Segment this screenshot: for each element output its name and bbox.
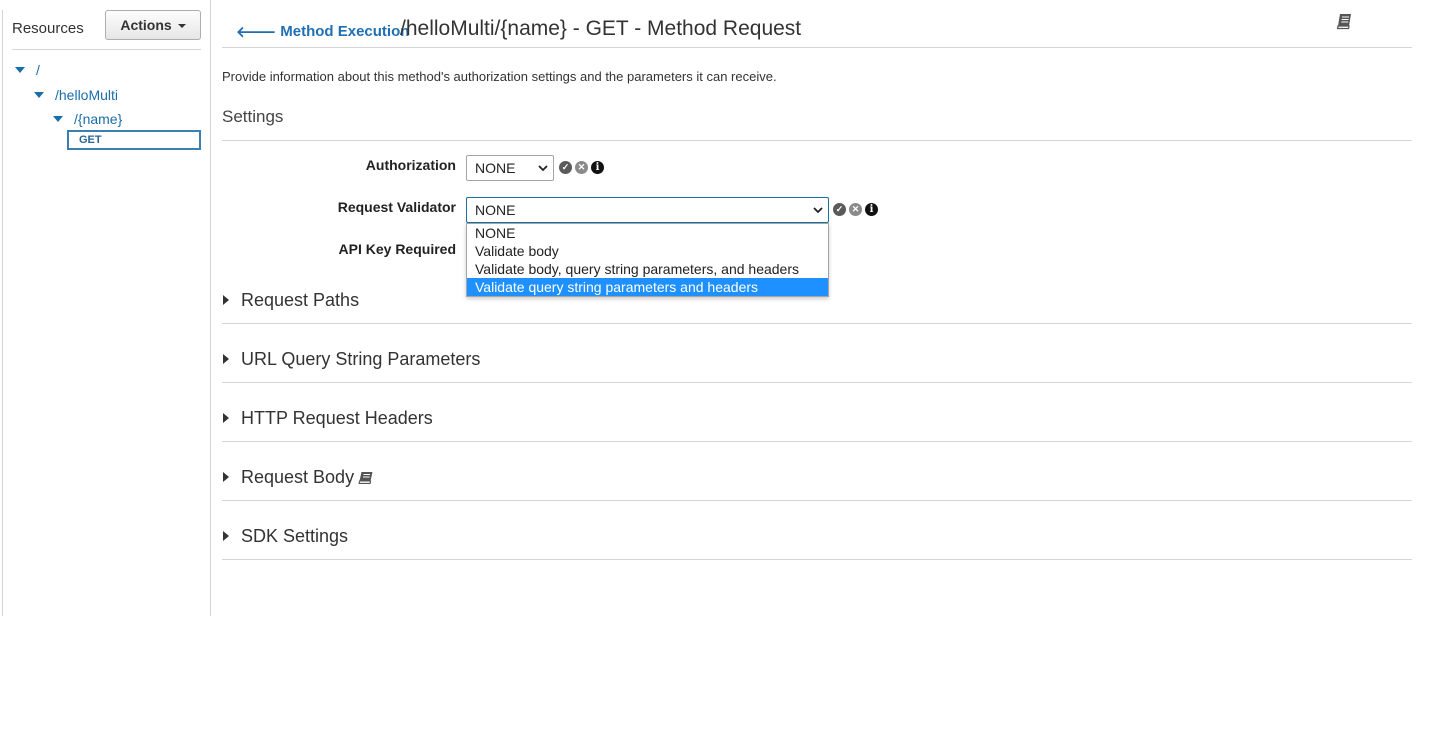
- section-label: Request Body: [241, 467, 355, 487]
- info-circle-icon[interactable]: i: [865, 203, 878, 216]
- chevron-down-icon: [533, 164, 553, 172]
- method-execution-label: Method Execution: [280, 23, 410, 40]
- request-validator-actions: ✓ ✕ i: [833, 203, 878, 216]
- authorization-label: Authorization: [365, 157, 456, 173]
- section-sdk-settings[interactable]: SDK Settings: [222, 501, 1412, 560]
- section-label: URL Query String Parameters: [241, 349, 481, 369]
- section-url-query-string-parameters[interactable]: URL Query String Parameters: [222, 324, 1412, 383]
- check-circle-icon[interactable]: ✓: [833, 203, 846, 216]
- triangle-right-icon: [223, 354, 229, 364]
- request-validator-label: Request Validator: [337, 199, 456, 215]
- triangle-right-icon: [223, 413, 229, 423]
- tree-item-label: /{name}: [74, 111, 123, 127]
- section-label: SDK Settings: [241, 526, 349, 546]
- authorization-value: NONE: [475, 160, 516, 176]
- tree-item-label: /: [36, 62, 40, 78]
- section-label: Request Paths: [241, 290, 360, 310]
- request-validator-value: NONE: [475, 202, 516, 218]
- tree-item-get-method[interactable]: GET: [67, 130, 201, 150]
- info-circle-icon[interactable]: i: [591, 161, 604, 174]
- chevron-down-icon: [808, 206, 828, 214]
- triangle-right-icon: [223, 531, 229, 541]
- section-label: HTTP Request Headers: [241, 408, 433, 428]
- request-validator-options: NONE Validate body Validate body, query …: [466, 223, 829, 297]
- section-label-wrap: Request Body: [241, 467, 374, 488]
- authorization-actions: ✓ ✕ i: [559, 161, 604, 174]
- method-description: Provide information about this method's …: [222, 69, 777, 84]
- cancel-circle-icon[interactable]: ✕: [849, 203, 862, 216]
- triangle-down-icon[interactable]: [15, 67, 25, 73]
- caret-down-icon: [177, 24, 186, 28]
- triangle-down-icon[interactable]: [34, 92, 44, 98]
- resources-title: Resources: [12, 20, 84, 37]
- api-key-required-label: API Key Required: [338, 241, 456, 257]
- resources-sidebar: Resources Actions / /helloMulti /{name} …: [0, 0, 211, 616]
- section-request-body[interactable]: Request Body: [222, 442, 1412, 501]
- sidebar-header: Resources Actions: [12, 10, 201, 50]
- option-validate-body[interactable]: Validate body: [467, 242, 828, 260]
- tree-item-hellomulti[interactable]: /helloMulti: [34, 87, 118, 103]
- settings-heading: Settings: [222, 107, 284, 126]
- tree-item-label: /helloMulti: [55, 87, 119, 103]
- authorization-select[interactable]: NONE: [466, 155, 554, 181]
- actions-button[interactable]: Actions: [105, 10, 201, 40]
- book-icon[interactable]: [1336, 12, 1354, 30]
- request-validator-select[interactable]: NONE: [466, 197, 829, 223]
- triangle-down-icon[interactable]: [53, 116, 63, 122]
- triangle-right-icon: [223, 295, 229, 305]
- option-none[interactable]: NONE: [467, 224, 828, 242]
- actions-button-label: Actions: [120, 17, 172, 33]
- method-execution-link[interactable]: 🡐 Method Execution: [236, 22, 409, 41]
- section-http-request-headers[interactable]: HTTP Request Headers: [222, 383, 1412, 442]
- divider: [222, 140, 1412, 141]
- tree-item-root[interactable]: /: [15, 62, 40, 78]
- page-header: 🡐 Method Execution /helloMulti/{name} - …: [222, 10, 1412, 48]
- arrow-left-icon: 🡐: [236, 24, 277, 41]
- book-icon[interactable]: [358, 471, 374, 485]
- check-circle-icon[interactable]: ✓: [559, 161, 572, 174]
- option-validate-query-headers[interactable]: Validate query string parameters and hea…: [467, 278, 828, 296]
- triangle-right-icon: [223, 472, 229, 482]
- page-title: /helloMulti/{name} - GET - Method Reques…: [400, 17, 802, 40]
- option-validate-body-query-headers[interactable]: Validate body, query string parameters, …: [467, 260, 828, 278]
- cancel-circle-icon[interactable]: ✕: [575, 161, 588, 174]
- tree-item-name[interactable]: /{name}: [53, 111, 122, 127]
